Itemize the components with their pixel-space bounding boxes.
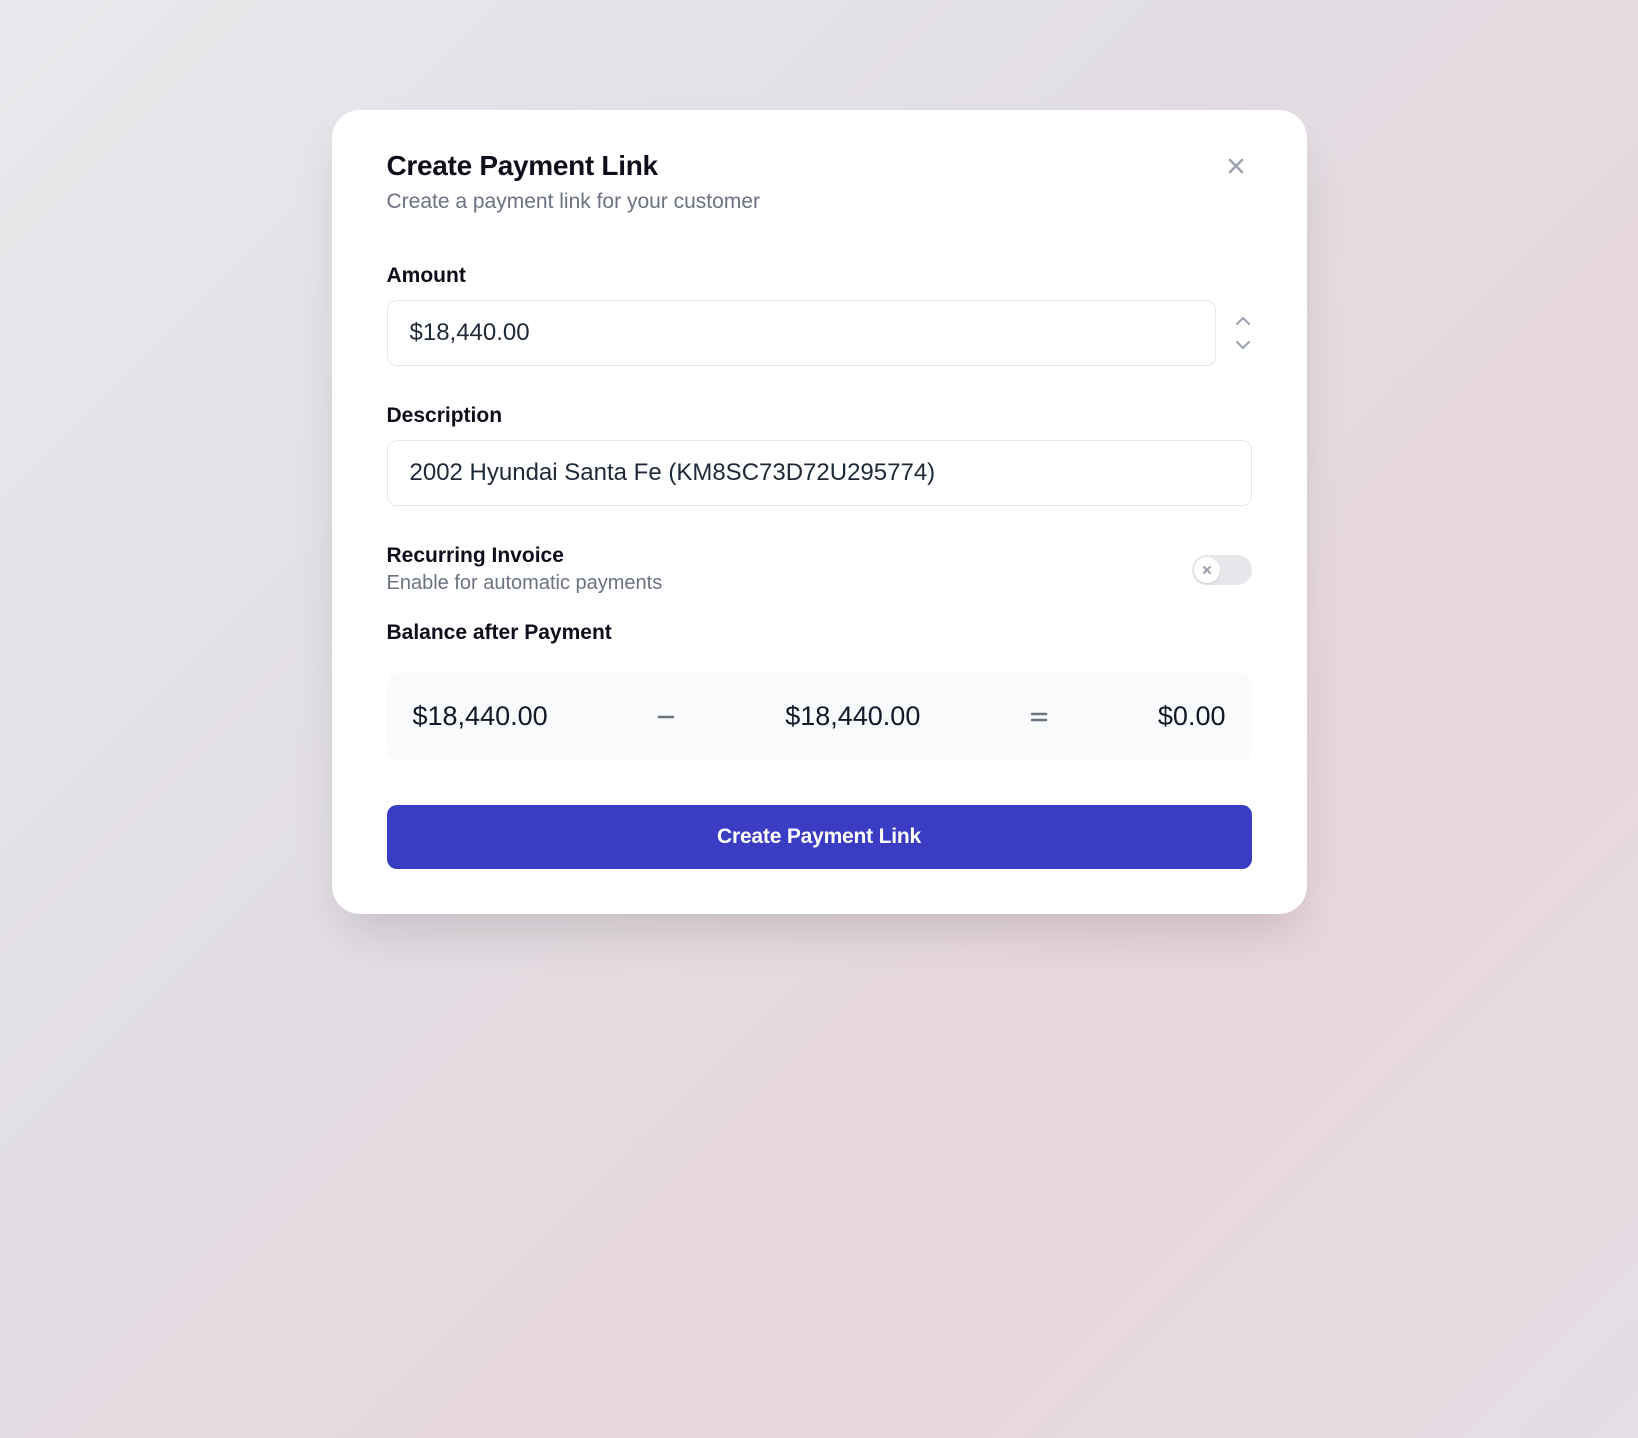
recurring-subtitle: Enable for automatic payments bbox=[387, 572, 663, 595]
balance-calculation: $18,440.00 $18,440.00 $0.00 bbox=[387, 673, 1252, 760]
description-group: Description bbox=[387, 404, 1252, 506]
chevron-up-icon bbox=[1234, 315, 1252, 327]
amount-stepper bbox=[1234, 315, 1252, 351]
modal-header: Create Payment Link Create a payment lin… bbox=[387, 150, 1252, 214]
description-label: Description bbox=[387, 404, 1252, 428]
toggle-knob bbox=[1194, 557, 1220, 583]
equals-icon bbox=[1027, 705, 1051, 729]
create-payment-link-modal: Create Payment Link Create a payment lin… bbox=[332, 110, 1307, 914]
amount-label: Amount bbox=[387, 264, 1252, 288]
recurring-toggle[interactable] bbox=[1192, 555, 1252, 585]
amount-wrapper bbox=[387, 300, 1252, 366]
amount-increment-button[interactable] bbox=[1234, 315, 1252, 327]
amount-decrement-button[interactable] bbox=[1234, 339, 1252, 351]
amount-input[interactable] bbox=[387, 300, 1216, 366]
recurring-row: Recurring Invoice Enable for automatic p… bbox=[387, 544, 1252, 595]
balance-current: $18,440.00 bbox=[413, 701, 548, 732]
balance-section: Balance after Payment $18,440.00 $18,440… bbox=[387, 621, 1252, 760]
close-button[interactable] bbox=[1220, 150, 1252, 182]
modal-title: Create Payment Link bbox=[387, 150, 761, 182]
chevron-down-icon bbox=[1234, 339, 1252, 351]
x-icon bbox=[1202, 565, 1212, 575]
create-payment-link-button[interactable]: Create Payment Link bbox=[387, 805, 1252, 869]
modal-header-text: Create Payment Link Create a payment lin… bbox=[387, 150, 761, 214]
amount-group: Amount bbox=[387, 264, 1252, 366]
balance-label: Balance after Payment bbox=[387, 621, 1252, 645]
close-icon bbox=[1224, 154, 1248, 178]
minus-icon bbox=[654, 705, 678, 729]
balance-result: $0.00 bbox=[1158, 701, 1226, 732]
recurring-title: Recurring Invoice bbox=[387, 544, 663, 568]
balance-payment: $18,440.00 bbox=[785, 701, 920, 732]
description-input[interactable] bbox=[387, 440, 1252, 506]
modal-subtitle: Create a payment link for your customer bbox=[387, 190, 761, 214]
recurring-text: Recurring Invoice Enable for automatic p… bbox=[387, 544, 663, 595]
